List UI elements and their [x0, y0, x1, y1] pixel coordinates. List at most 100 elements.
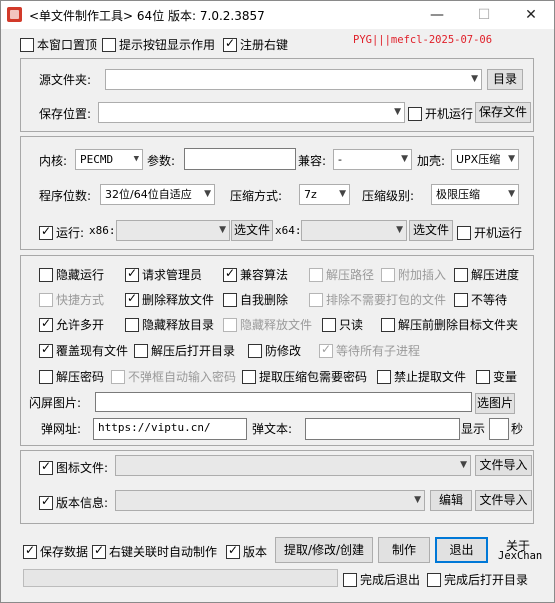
checkbox-label: 自我删除 — [240, 293, 289, 307]
flag-shortcut[interactable]: 快捷方式 — [39, 291, 104, 308]
version-checkbox[interactable]: 版本 — [226, 543, 267, 560]
seconds-input[interactable] — [489, 418, 509, 440]
chevron-down-icon: ▼ — [133, 154, 139, 164]
flag-self-delete[interactable]: 自我删除 — [223, 291, 288, 308]
flag-no-wait[interactable]: 不等待 — [454, 291, 507, 308]
close-button[interactable]: ✕ — [508, 1, 554, 29]
checkbox-box — [377, 369, 391, 384]
compat-combo[interactable]: - ▼ — [333, 149, 412, 170]
window-title: <单文件制作工具> 64位 版本: 7.0.2.3857 — [29, 9, 265, 23]
flag-multi-instance[interactable]: 允许多开 — [39, 316, 104, 333]
flag-extract-path[interactable]: 解压路径 — [309, 266, 374, 283]
checkbox-box — [408, 106, 422, 121]
icon-import-button[interactable]: 文件导入 — [475, 455, 532, 476]
flag-compat-algo[interactable]: 兼容算法 — [223, 266, 288, 283]
checkbox-label: 完成后退出 — [360, 573, 421, 587]
flag-open-dir-after[interactable]: 解压后打开目录 — [134, 342, 235, 359]
flag-delete-target-before[interactable]: 解压前删除目标文件夹 — [381, 316, 518, 333]
checkbox-box — [223, 292, 237, 307]
tooltip-checkbox[interactable]: 提示按钮显示作用 — [102, 36, 215, 53]
save-location-combo[interactable]: ▼ — [98, 102, 405, 123]
checkbox-box — [125, 317, 139, 332]
checkbox-label: 开机运行 — [474, 226, 523, 240]
flag-extract-progress[interactable]: 解压进度 — [454, 266, 519, 283]
flag-require-password[interactable]: 提取压缩包需要密码 — [242, 368, 367, 385]
x64-select-file-button[interactable]: 选文件 — [409, 220, 453, 241]
icon-file-combo[interactable]: ▼ — [115, 455, 471, 476]
flag-exclude-files[interactable]: 排除不需要打包的文件 — [309, 291, 446, 308]
flag-variables[interactable]: 变量 — [476, 368, 517, 385]
splash-label: 闪屏图片: — [29, 396, 82, 410]
flag-overwrite[interactable]: 覆盖现有文件 — [39, 342, 128, 359]
flag-wait-children[interactable]: 等待所有子进程 — [319, 342, 420, 359]
x86-combo[interactable]: ▼ — [116, 220, 230, 241]
make-button[interactable]: 制作 — [378, 537, 430, 563]
checkbox-label: 开机运行 — [425, 107, 474, 121]
open-after-checkbox[interactable]: 完成后打开目录 — [427, 571, 528, 588]
url-input[interactable]: https://viptu.cn/ — [93, 418, 247, 440]
version-edit-button[interactable]: 编辑 — [430, 490, 472, 511]
flag-hide-run[interactable]: 隐藏运行 — [39, 266, 104, 283]
flag-delete-released[interactable]: 删除释放文件 — [125, 291, 214, 308]
register-context-menu-checkbox[interactable]: 注册右键 — [223, 36, 288, 53]
flag-anti-modify[interactable]: 防修改 — [248, 342, 301, 359]
flag-request-admin[interactable]: 请求管理员 — [125, 266, 202, 283]
save-startup-checkbox[interactable]: 开机运行 — [408, 105, 473, 122]
title-bar[interactable]: <单文件制作工具> 64位 版本: 7.0.2.3857 — ☐ ✕ — [1, 1, 554, 29]
flag-hide-release-dir[interactable]: 隐藏释放目录 — [125, 316, 214, 333]
x64-combo[interactable]: ▼ — [301, 220, 407, 241]
checkbox-label: 本窗口置顶 — [37, 38, 98, 52]
browse-folder-button[interactable]: 目录 — [487, 69, 523, 90]
maximize-button[interactable]: ☐ — [461, 1, 507, 29]
splash-image-input[interactable] — [95, 392, 472, 412]
checkbox-box — [134, 343, 148, 358]
x86-select-file-button[interactable]: 选文件 — [231, 220, 273, 241]
checkbox-box — [39, 292, 53, 307]
save-data-checkbox[interactable]: 保存数据 — [23, 543, 88, 560]
flag-auto-password[interactable]: 不弹框自动输入密码 — [111, 368, 236, 385]
topmost-checkbox[interactable]: 本窗口置顶 — [20, 36, 97, 53]
checkbox-label: 允许多开 — [56, 318, 105, 332]
method-combo[interactable]: 7z ▼ — [299, 184, 350, 205]
flag-hide-release-file[interactable]: 隐藏释放文件 — [223, 316, 312, 333]
checkbox-box — [39, 316, 53, 332]
checkbox-label: 右键关联时自动制作 — [109, 545, 218, 559]
checkbox-label: 不等待 — [471, 293, 508, 307]
level-combo[interactable]: 极限压缩 ▼ — [431, 184, 519, 205]
flag-readonly[interactable]: 只读 — [322, 316, 363, 333]
bits-label: 程序位数: — [39, 189, 92, 203]
shell-combo[interactable]: UPX压缩 ▼ — [451, 149, 519, 170]
checkbox-box — [457, 225, 471, 240]
version-import-button[interactable]: 文件导入 — [475, 490, 532, 511]
save-label: 保存位置: — [39, 107, 92, 121]
run-checkbox[interactable]: 运行: — [39, 224, 84, 241]
checkbox-box — [223, 36, 237, 52]
auto-make-checkbox[interactable]: 右键关联时自动制作 — [92, 543, 217, 560]
checkbox-box — [427, 572, 441, 587]
params-input[interactable] — [184, 148, 296, 170]
chevron-down-icon: ▼ — [508, 189, 515, 199]
exit-button[interactable]: 退出 — [435, 537, 488, 563]
icon-file-checkbox[interactable]: 图标文件: — [39, 459, 108, 476]
save-file-button[interactable]: 保存文件 — [475, 102, 531, 123]
version-info-checkbox[interactable]: 版本信息: — [39, 494, 108, 511]
extract-modify-create-button[interactable]: 提取/修改/创建 — [275, 537, 373, 563]
checkbox-label: 保存数据 — [40, 545, 89, 559]
kernel-combo[interactable]: PECMD ▼ — [75, 149, 143, 170]
exit-after-checkbox[interactable]: 完成后退出 — [343, 571, 420, 588]
checkbox-label: 覆盖现有文件 — [56, 344, 129, 358]
flag-append-insert[interactable]: 附加插入 — [381, 266, 446, 283]
select-image-button[interactable]: 选图片 — [475, 393, 515, 414]
source-folder-combo[interactable]: ▼ — [105, 69, 482, 90]
checkbox-label: 变量 — [493, 370, 518, 384]
version-info-combo[interactable]: ▼ — [115, 490, 425, 511]
checkbox-label: 图标文件: — [56, 461, 109, 475]
flag-forbid-extract[interactable]: 禁止提取文件 — [377, 368, 466, 385]
run-startup-checkbox[interactable]: 开机运行 — [457, 224, 522, 241]
flag-extract-password[interactable]: 解压密码 — [39, 368, 104, 385]
checkbox-box — [223, 317, 237, 332]
progress-bar — [23, 569, 338, 587]
bits-combo[interactable]: 32位/64位自适应 ▼ — [100, 184, 215, 205]
popup-text-input[interactable] — [305, 418, 460, 440]
minimize-button[interactable]: — — [414, 1, 460, 29]
